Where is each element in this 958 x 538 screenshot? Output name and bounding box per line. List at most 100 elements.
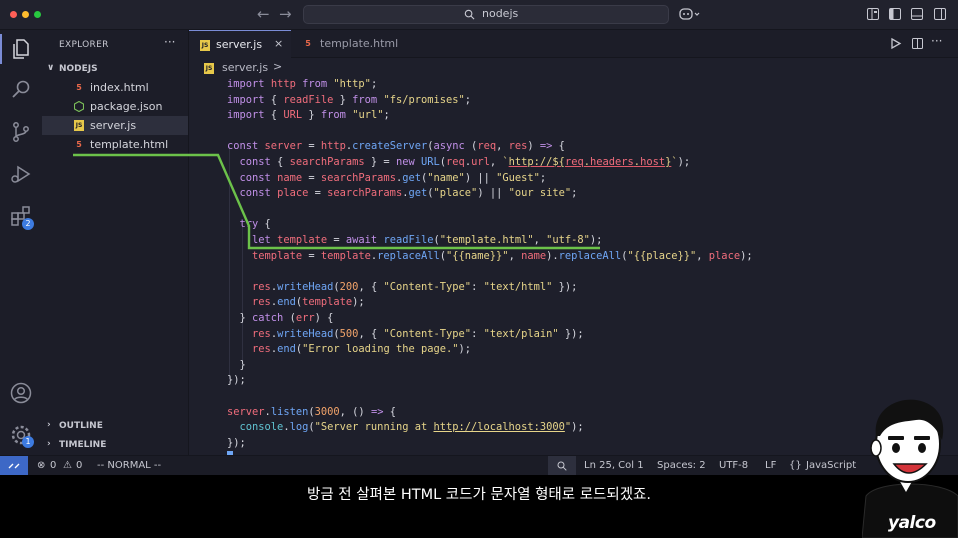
indentation[interactable]: Spaces: 2 <box>657 460 706 471</box>
window-minimize-button[interactable] <box>22 11 29 18</box>
js-file-icon: JS <box>74 120 84 131</box>
file-label: package.json <box>90 100 163 113</box>
customize-layout-icon[interactable] <box>866 7 880 21</box>
timeline-section[interactable]: › TIMELINE <box>42 436 188 455</box>
extensions-badge: 2 <box>22 218 34 230</box>
warnings-icon[interactable]: ⚠ <box>63 460 72 471</box>
code-line: res.end(template); <box>252 296 365 309</box>
language-icon: {} <box>789 460 802 471</box>
js-file-icon: JS <box>204 63 214 74</box>
window-close-button[interactable] <box>10 11 17 18</box>
title-bar: ← → nodejs <box>0 0 958 30</box>
run-debug-icon[interactable] <box>9 162 33 186</box>
language-mode[interactable]: JavaScript <box>806 460 856 471</box>
code-line: const name = searchParams.get("name") ||… <box>239 171 547 184</box>
window-zoom-button[interactable] <box>34 11 41 18</box>
code-line: console.log("Server running at http://lo… <box>239 421 584 434</box>
nodejs-file-icon <box>74 101 84 112</box>
nav-forward-icon[interactable]: → <box>279 5 292 23</box>
status-bar: ⊗ 0 ⚠ 0 -- NORMAL -- Ln 25, Col 1 Spaces… <box>0 455 958 475</box>
editor-tabs: JS server.js × 5 template.html ··· <box>189 30 958 58</box>
line-ending[interactable]: LF <box>765 460 776 471</box>
outline-label: OUTLINE <box>59 421 103 431</box>
tab-template-html[interactable]: 5 template.html <box>292 30 412 58</box>
file-label: server.js <box>90 119 137 132</box>
code-line: }); <box>227 374 246 387</box>
breadcrumb-file[interactable]: server.js <box>222 61 268 74</box>
zoom-icon <box>557 461 567 471</box>
toggle-secondary-sidebar-icon[interactable] <box>933 7 947 21</box>
file-server-js[interactable]: JS server.js <box>42 116 188 135</box>
copilot-icon[interactable] <box>679 7 701 21</box>
command-center[interactable]: nodejs <box>303 5 669 24</box>
code-line: const { searchParams } = new URL(req.url… <box>239 156 691 168</box>
timeline-label: TIMELINE <box>59 440 107 450</box>
encoding[interactable]: UTF-8 <box>719 460 748 471</box>
toggle-primary-sidebar-icon[interactable] <box>888 7 902 21</box>
code-line: } <box>227 358 246 371</box>
close-icon[interactable]: × <box>274 37 283 50</box>
search-icon <box>464 9 475 20</box>
file-package-json[interactable]: package.json <box>42 97 188 116</box>
folder-label: NODEJS <box>59 64 98 74</box>
run-file-icon[interactable] <box>889 37 902 50</box>
more-actions-icon[interactable]: ··· <box>931 34 942 48</box>
outline-section[interactable]: › OUTLINE <box>42 417 188 436</box>
code-line: const place = searchParams.get("place") … <box>239 187 578 200</box>
active-indicator <box>0 34 2 64</box>
explorer-icon[interactable] <box>9 37 33 61</box>
tab-label: server.js <box>216 38 263 51</box>
remote-icon <box>8 463 20 469</box>
code-line: res.writeHead(200, { "Content-Type": "te… <box>252 280 578 293</box>
code-line: import { readFile } from "fs/promises"; <box>227 93 472 106</box>
code-line: } catch (err) { <box>227 312 334 324</box>
file-template-html[interactable]: 5 template.html <box>42 135 188 154</box>
explorer-title: EXPLORER <box>59 40 109 50</box>
cursor-position[interactable]: Ln 25, Col 1 <box>584 460 644 471</box>
zoom-button[interactable] <box>548 456 576 475</box>
manage-badge: 1 <box>22 436 34 448</box>
code-line: try { <box>239 218 271 231</box>
chevron-right-icon: › <box>47 420 51 430</box>
code-line: res.end("Error loading the page."); <box>252 343 472 356</box>
code-line: import { URL } from "url"; <box>227 109 390 122</box>
code-line: let template = await readFile("template.… <box>252 234 603 246</box>
activity-bar: 2 1 <box>0 30 42 455</box>
errors-count[interactable]: 0 <box>50 460 56 471</box>
code-line: const server = http.createServer(async (… <box>227 140 565 153</box>
more-actions-icon[interactable]: ··· <box>164 35 175 49</box>
code-editor[interactable]: import http from "http"; import { readFi… <box>189 77 879 455</box>
source-control-icon[interactable] <box>9 120 33 144</box>
command-center-label: nodejs <box>482 7 519 20</box>
code-line: template = template.replaceAll("{{name}}… <box>252 249 753 262</box>
tab-server-js[interactable]: JS server.js × <box>189 30 291 58</box>
explorer-sidebar: EXPLORER ··· ∨ NODEJS 5 index.html packa… <box>42 30 189 455</box>
breadcrumb-separator: > <box>273 60 283 73</box>
code-line: server.listen(3000, () => { <box>227 405 396 418</box>
vim-mode: -- NORMAL -- <box>97 460 162 471</box>
chevron-down-icon: ∨ <box>47 63 55 73</box>
file-label: template.html <box>90 138 169 151</box>
remote-indicator[interactable] <box>0 456 28 475</box>
code-line: res.writeHead(500, { "Content-Type": "te… <box>252 327 584 340</box>
warnings-count[interactable]: 0 <box>76 460 82 471</box>
split-editor-icon[interactable] <box>911 37 924 50</box>
tab-label: template.html <box>320 37 399 50</box>
yalco-logo: yalco <box>888 513 936 533</box>
vscode-window: ← → nodejs 2 1 EXPLORER ··· ∨ NODEJS 5 i… <box>0 0 958 475</box>
html-file-icon: 5 <box>76 140 82 149</box>
search-icon[interactable] <box>9 78 33 102</box>
video-subtitle: 방금 전 살펴본 HTML 코드가 문자열 형태로 로드되겠죠. <box>306 487 652 503</box>
file-index-html[interactable]: 5 index.html <box>42 78 188 97</box>
account-icon[interactable] <box>9 381 33 405</box>
js-file-icon: JS <box>200 40 210 51</box>
errors-icon[interactable]: ⊗ <box>37 460 45 471</box>
nav-back-icon[interactable]: ← <box>257 5 270 23</box>
html-file-icon: 5 <box>305 39 311 48</box>
toggle-panel-icon[interactable] <box>910 7 924 21</box>
html-file-icon: 5 <box>76 83 82 92</box>
code-line: }); <box>227 436 246 449</box>
breadcrumb: JS server.js > <box>189 59 958 77</box>
code-line: import http from "http"; <box>227 78 378 90</box>
folder-nodejs[interactable]: ∨ NODEJS <box>42 60 188 79</box>
